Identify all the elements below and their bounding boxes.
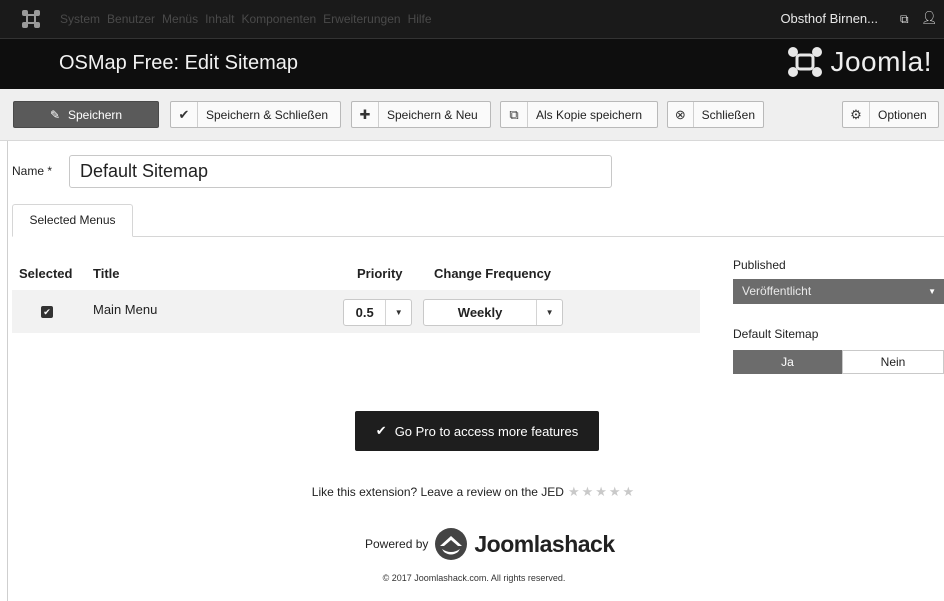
menu-menus[interactable]: Menüs [162,12,198,26]
default-sitemap-toggle: Ja Nein [733,350,944,374]
close-button[interactable]: ⊗ Schließen [667,101,764,128]
chevron-down-icon: ▼ [385,300,411,325]
top-navbar: System Benutzer Menüs Inhalt Komponenten… [0,0,944,38]
name-label: Name * [12,164,53,178]
site-link[interactable]: Obsthof Birnen... [780,0,878,38]
priority-value: 0.5 [355,305,374,320]
check-icon: ✔ [375,423,387,438]
left-border [7,141,8,601]
chevron-down-icon: ▼ [536,300,562,325]
frequency-value: Weekly [457,305,503,320]
rating-stars-icon[interactable]: ★★★★★ [568,484,636,499]
save-close-button[interactable]: ✔ Speichern & Schließen [170,101,341,128]
published-select[interactable]: Veröffentlicht ▼ [733,279,944,304]
external-link-icon[interactable]: ⧉ [900,12,909,27]
toolbar: ✎ Speichern ✔ Speichern & Schließen ✚ Sp… [0,89,944,141]
save-button[interactable]: ✎ Speichern [13,101,159,128]
close-label: Schließen [701,107,755,122]
options-button[interactable]: ⚙ Optionen [842,101,939,128]
chevron-down-icon: ▼ [928,287,936,296]
page-title: OSMap Free: Edit Sitemap [59,52,298,74]
save-button-label: Speichern [68,107,123,122]
site-name: Obsthof Birnen... [780,11,878,26]
menu-extensions[interactable]: Erweiterungen [323,12,400,26]
joomlashack-logo-icon [435,528,468,560]
go-pro-button[interactable]: ✔ Go Pro to access more features [355,411,599,451]
options-label: Optionen [878,107,927,122]
frequency-select[interactable]: Weekly ▼ [423,299,563,326]
selected-checkbox[interactable]: ✔ [41,306,53,318]
joomlashack-brand[interactable]: Joomlashack [474,531,615,558]
default-sitemap-label: Default Sitemap [733,327,819,341]
close-circle-icon: ⊗ [668,102,694,127]
column-header-priority: Priority [357,266,403,281]
published-value: Veröffentlicht [742,284,812,298]
joomla-brand-text: Joomla! [830,46,932,77]
default-yes-button[interactable]: Ja [733,350,842,374]
gear-icon: ⚙ [843,102,870,127]
joomla-brand: Joomla! [786,45,932,79]
copyright: © 2017 Joomlashack.com. All rights reser… [382,573,566,583]
name-input[interactable] [69,155,612,188]
user-icon[interactable]: 👤︎ [921,10,938,26]
save-new-button[interactable]: ✚ Speichern & Neu [351,101,491,128]
review-line: Like this extension? Leave a review on t… [0,484,944,500]
menu-system[interactable]: System [60,12,100,26]
edit-icon: ✎ [49,107,60,122]
menu-content[interactable]: Inhalt [205,12,234,26]
tab-selected-menus[interactable]: Selected Menus [12,204,133,237]
save-new-label: Speichern & Neu [387,107,478,122]
plus-icon: ✚ [352,102,379,127]
page-header: OSMap Free: Edit Sitemap Joomla! [0,38,944,89]
powered-by: Powered by Joomlashack [365,527,615,561]
joomla-brand-icon [788,47,823,77]
save-copy-label: Als Kopie speichern [536,107,643,122]
priority-select[interactable]: 0.5 ▼ [343,299,412,326]
joomla-logo-icon[interactable] [21,9,41,29]
review-link[interactable]: Like this extension? Leave a review on t… [312,485,564,499]
column-header-change-frequency: Change Frequency [434,266,552,281]
save-close-label: Speichern & Schließen [206,107,329,122]
tab-divider [12,236,944,237]
menu-title: Main Menu [93,302,158,317]
column-header-selected: Selected [19,266,73,281]
main-menu: System Benutzer Menüs Inhalt Komponenten… [60,0,439,38]
save-copy-button[interactable]: ⧉ Als Kopie speichern [500,101,658,128]
menu-help[interactable]: Hilfe [408,12,432,26]
check-icon: ✔ [171,102,198,127]
column-header-title: Title [93,266,120,281]
go-pro-label: Go Pro to access more features [394,423,579,439]
published-label: Published [733,258,786,272]
copy-icon: ⧉ [501,102,528,127]
powered-by-label: Powered by [365,537,429,551]
default-no-button[interactable]: Nein [842,350,944,374]
menu-users[interactable]: Benutzer [107,12,155,26]
menu-components[interactable]: Komponenten [241,12,316,26]
